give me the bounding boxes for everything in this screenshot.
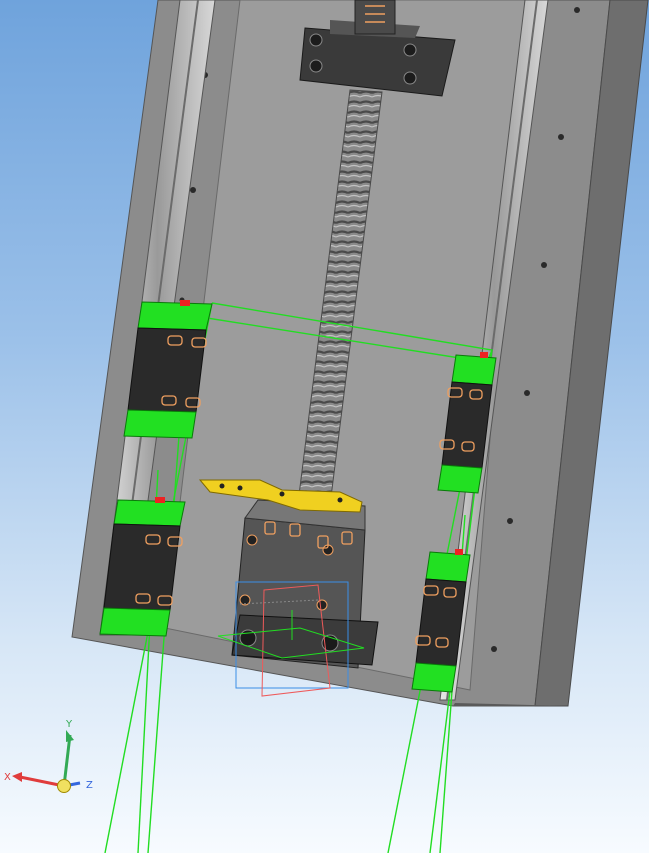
y-axis-label: Y [65, 719, 73, 730]
z-axis-label: Z [86, 780, 93, 791]
cad-scene[interactable]: X Y Z [0, 0, 649, 853]
y-axis-arrow [62, 734, 72, 787]
triad-origin [57, 779, 71, 793]
nut-housing[interactable] [231, 499, 379, 669]
axis-triad[interactable]: X Y Z [4, 719, 93, 793]
x-axis-label: X [4, 772, 11, 783]
cad-3d-viewport[interactable]: X Y Z [0, 0, 649, 853]
